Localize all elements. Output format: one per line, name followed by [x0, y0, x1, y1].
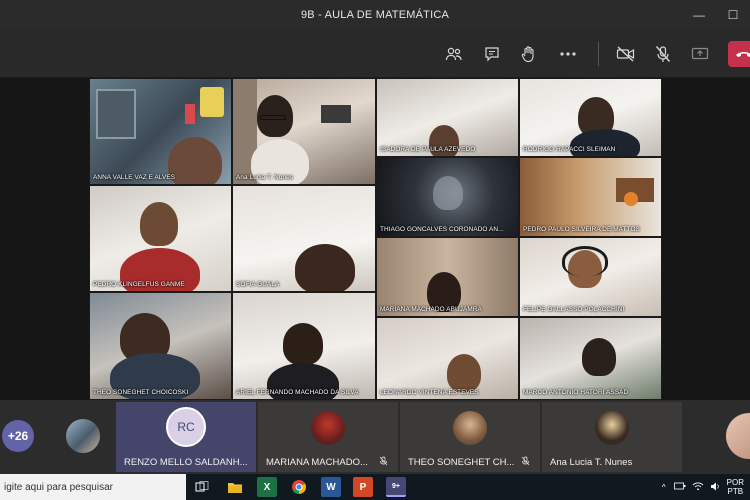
more-actions-icon[interactable]: [556, 42, 580, 66]
participant-name: SOFIA GUALA: [236, 281, 280, 288]
windows-taskbar: igite aqui para pesquisar X W P 9+ ^ POR…: [0, 474, 750, 500]
video-tile[interactable]: MARIANA MACHADO ABUJAMRA: [376, 237, 519, 317]
language-indicator[interactable]: POR PTB: [727, 478, 744, 496]
participants-icon[interactable]: [442, 42, 466, 66]
mic-off-icon: [521, 456, 530, 468]
headset: [562, 246, 608, 276]
window-title: 9B - AULA DE MATEMÁTICA: [300, 9, 450, 21]
background-decor: [624, 192, 638, 206]
battery-icon[interactable]: [673, 482, 686, 492]
avatar-initials: RC: [166, 407, 206, 447]
word-icon[interactable]: W: [321, 477, 341, 497]
taskbar-search-input[interactable]: igite aqui para pesquisar: [0, 474, 186, 500]
participant-name: RENZO MELLO SALDANH...: [124, 457, 248, 468]
participant-avatar[interactable]: [66, 419, 100, 453]
participant-name: PEDRO KLINGELFUS GANME: [93, 281, 185, 288]
system-tray: ^ POR PTB: [662, 474, 750, 500]
participant-name: MARIANA MACHADO ABUJAMRA: [380, 306, 482, 313]
participant-video: [295, 244, 355, 291]
video-tile[interactable]: RODRIGO RAPACCI SLEIMAN: [519, 78, 662, 157]
participant-video: [433, 176, 463, 210]
video-tile[interactable]: THIAGO GONCALVES CORONADO AN...: [376, 157, 519, 237]
background-decor: [185, 104, 195, 124]
video-tile[interactable]: THEO SONEGHET CHOICOSKI: [89, 292, 232, 400]
title-bar: 9B - AULA DE MATEMÁTICA — ☐: [0, 0, 750, 30]
video-tile[interactable]: ARIEL FERNANDO MACHADO DA SILVA: [232, 292, 376, 400]
toolbar-divider: [598, 42, 599, 66]
excel-icon[interactable]: X: [257, 477, 277, 497]
hang-up-icon[interactable]: [728, 41, 750, 67]
background-decor: [321, 105, 351, 123]
participant-name: THIAGO GONCALVES CORONADO AN...: [380, 226, 504, 233]
participant-name: THEO SONEGHET CHOICOSKI: [93, 389, 189, 396]
participant-name: LEONARDO VINTENA ESTEVES: [380, 389, 479, 396]
task-view-icon[interactable]: [192, 477, 212, 497]
video-tile[interactable]: LEONARDO VINTENA ESTEVES: [376, 317, 519, 400]
avatar: [453, 411, 487, 445]
participant-tile[interactable]: THEO SONEGHET CH...: [400, 402, 540, 472]
participant-video: [140, 202, 178, 246]
wifi-icon[interactable]: [692, 481, 704, 493]
participant-name: MARCO ANTONIO HATORI ASSAD: [523, 389, 629, 396]
camera-off-icon[interactable]: [614, 42, 638, 66]
chrome-icon[interactable]: [289, 477, 309, 497]
participant-name: Ana Lucia T. Nunes: [550, 457, 633, 468]
background-decor: [200, 87, 224, 117]
language-code: POR: [726, 478, 744, 487]
video-tile[interactable]: SOFIA GUALA: [232, 185, 376, 292]
volume-icon[interactable]: [710, 482, 721, 493]
background-decor: [96, 89, 136, 139]
teams-meeting-window: 9B - AULA DE MATEMÁTICA — ☐ ANNA VALLE V…: [0, 0, 750, 500]
glasses: [260, 115, 286, 120]
video-tile[interactable]: Ana Lucia T. Nunes: [232, 78, 376, 185]
participant-video: [283, 323, 323, 365]
video-tile[interactable]: ANNA VALLE VAZ E ALVES: [89, 78, 232, 185]
participant-name: ANNA VALLE VAZ E ALVES: [93, 174, 176, 181]
participant-video: [582, 338, 616, 376]
participant-video: [168, 137, 222, 184]
video-tile[interactable]: MARCO ANTONIO HATORI ASSAD: [519, 317, 662, 400]
participant-avatar[interactable]: [726, 413, 750, 459]
window-controls: — ☐: [682, 0, 750, 30]
teams-badge: 9+: [392, 482, 400, 490]
avatar: [595, 411, 629, 445]
participant-name: ISADORA DE PAULA AZEVEDO: [380, 146, 476, 153]
participant-name: THEO SONEGHET CH...: [408, 457, 515, 468]
video-tile[interactable]: PEDRO PAULO SILVEIRA DE MATTOS: [519, 157, 662, 237]
chevron-up-icon[interactable]: ^: [662, 483, 666, 492]
mic-off-icon[interactable]: [651, 42, 675, 66]
raise-hand-icon[interactable]: [517, 42, 541, 66]
chat-icon[interactable]: [480, 42, 504, 66]
file-explorer-icon[interactable]: [225, 477, 245, 497]
video-grid: ANNA VALLE VAZ E ALVES Ana Lucia T. Nune…: [89, 78, 662, 400]
participant-name: Ana Lucia T. Nunes: [236, 174, 294, 181]
keyboard-layout: PTB: [727, 487, 744, 496]
participant-tile[interactable]: MARIANA MACHADO...: [258, 402, 398, 472]
participant-name: FELIPE GALLASSO POLACCHINI: [523, 306, 625, 313]
video-tile[interactable]: PEDRO KLINGELFUS GANME: [89, 185, 232, 292]
maximize-button[interactable]: ☐: [716, 0, 750, 30]
more-participants-button[interactable]: +26: [2, 420, 34, 452]
mic-off-icon: [379, 456, 388, 468]
minimize-button[interactable]: —: [682, 0, 716, 30]
teams-icon[interactable]: 9+: [386, 477, 406, 497]
participant-strip: +26 RC RENZO MELLO SALDANH... MARIANA MA…: [0, 400, 750, 474]
share-screen-icon[interactable]: [688, 42, 712, 66]
avatar: [311, 411, 345, 445]
meeting-toolbar: [0, 30, 750, 78]
participant-video: [447, 354, 481, 392]
participant-name: ARIEL FERNANDO MACHADO DA SILVA: [236, 389, 359, 396]
video-tile[interactable]: FELIPE GALLASSO POLACCHINI: [519, 237, 662, 317]
participant-name: PEDRO PAULO SILVEIRA DE MATTOS: [523, 226, 640, 233]
participant-tile[interactable]: Ana Lucia T. Nunes: [542, 402, 682, 472]
video-tile[interactable]: ISADORA DE PAULA AZEVEDO: [376, 78, 519, 157]
participant-name: RODRIGO RAPACCI SLEIMAN: [523, 146, 616, 153]
powerpoint-icon[interactable]: P: [353, 477, 373, 497]
participant-tile[interactable]: RC RENZO MELLO SALDANH...: [116, 402, 256, 472]
participant-name: MARIANA MACHADO...: [266, 457, 368, 468]
